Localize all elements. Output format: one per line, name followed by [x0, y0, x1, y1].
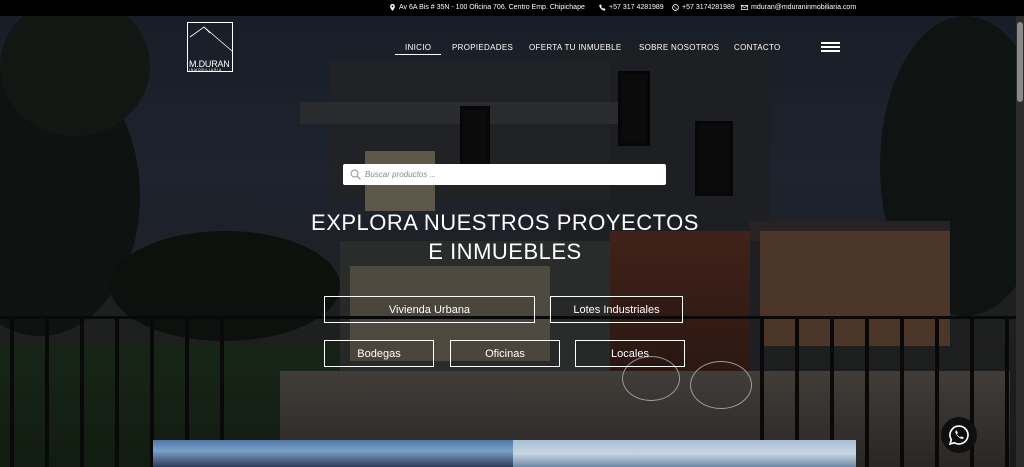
email-text: mduran@mduraninmobiliaria.com [751, 4, 857, 11]
category-bodegas-button[interactable]: Bodegas [324, 340, 434, 367]
category-locales-button[interactable]: Locales [575, 340, 685, 367]
search-input[interactable] [365, 167, 655, 182]
nav-item-inicio[interactable]: INICIO [405, 43, 431, 52]
property-thumbnail[interactable] [513, 440, 856, 467]
nav-item-sobre-nosotros[interactable]: SOBRE NOSOTROS [639, 43, 719, 52]
nav-item-oferta-tu-inmueble[interactable]: OFERTA TU INMUEBLE [529, 43, 622, 52]
search-icon [350, 169, 361, 180]
property-thumbnail[interactable] [153, 440, 513, 467]
category-oficinas-button[interactable]: Oficinas [450, 340, 560, 367]
scrollbar-thumb[interactable] [1017, 22, 1023, 102]
headline-line-1: EXPLORA NUESTROS PROYECTOS [311, 210, 699, 235]
whatsapp-text: +57 3174281989 [682, 4, 735, 11]
hamburger-menu-icon[interactable] [821, 42, 840, 52]
address-info: Av 6A Bis # 35N - 100 Oficina 706. Centr… [389, 4, 585, 11]
whatsapp-icon [948, 425, 969, 446]
whatsapp-info[interactable]: +57 3174281989 [672, 4, 735, 11]
product-search [343, 164, 666, 185]
email-info[interactable]: mduran@mduraninmobiliaria.com [741, 4, 856, 11]
nav-item-contacto[interactable]: CONTACTO [734, 43, 781, 52]
envelope-icon [741, 5, 748, 10]
location-pin-icon [390, 4, 395, 11]
nav-active-underline [395, 54, 441, 55]
category-lotes-industriales-button[interactable]: Lotes Industriales [550, 296, 683, 323]
top-info-bar: Av 6A Bis # 35N - 100 Oficina 706. Centr… [0, 0, 1024, 16]
phone-icon [599, 4, 606, 11]
address-text: Av 6A Bis # 35N - 100 Oficina 706. Centr… [399, 4, 585, 11]
whatsapp-button[interactable] [941, 417, 977, 453]
phone-text: +57 317 4281989 [609, 4, 664, 11]
whatsapp-small-icon [672, 4, 679, 11]
logo-subtitle: INMOBILIARIA [189, 68, 223, 72]
hero-headline: EXPLORA NUESTROS PROYECTOS E INMUEBLES [300, 208, 710, 266]
phone-info[interactable]: +57 317 4281989 [599, 4, 664, 11]
headline-line-2: E INMUEBLES [428, 239, 582, 264]
category-vivienda-urbana-button[interactable]: Vivienda Urbana [324, 296, 535, 323]
nav-item-propiedades[interactable]: PROPIEDADES [452, 43, 513, 52]
main-nav: INICIO PROPIEDADES OFERTA TU INMUEBLE SO… [0, 43, 1024, 57]
